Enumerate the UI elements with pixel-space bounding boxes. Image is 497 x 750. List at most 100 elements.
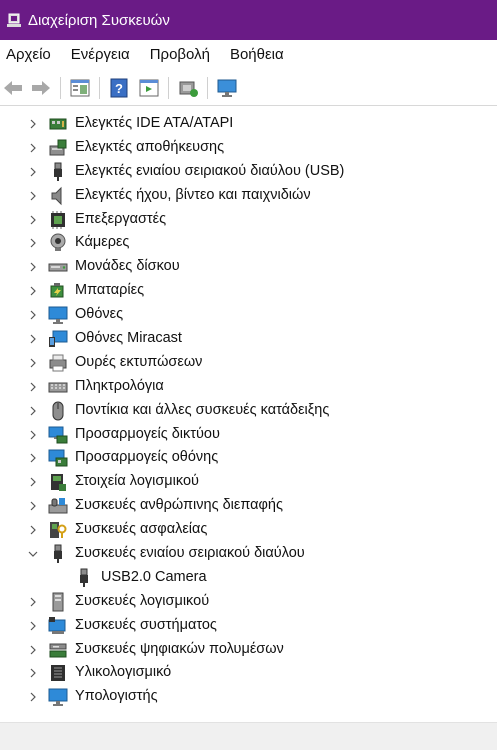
properties-icon[interactable] (69, 77, 91, 99)
display-adapter-icon (48, 448, 68, 468)
device-category[interactable]: Οθόνες Miracast (0, 327, 497, 351)
device-category[interactable]: Προσαρμογείς οθόνης (0, 446, 497, 470)
tree-item-label: Συσκευές συστήματος (75, 616, 217, 633)
chevron-right-icon[interactable] (26, 160, 40, 184)
status-bar (0, 722, 497, 750)
tree-item-label: Οθόνες Miracast (75, 330, 182, 347)
menu-bar: Αρχείο Ενέργεια Προβολή Βοήθεια (0, 40, 497, 70)
chevron-right-icon[interactable] (26, 255, 40, 279)
chevron-right-icon[interactable] (26, 112, 40, 136)
device-category[interactable]: Ποντίκια και άλλες συσκευές κατάδειξης (0, 399, 497, 423)
menu-file[interactable]: Αρχείο (0, 40, 59, 70)
scan-hardware-icon[interactable] (177, 77, 199, 99)
chevron-right-icon[interactable] (26, 399, 40, 423)
device-category[interactable]: Συσκευές ασφαλείας (0, 518, 497, 542)
tree-item-label: Προσαρμογείς οθόνης (75, 449, 219, 466)
device-category[interactable]: Κάμερες (0, 231, 497, 255)
device-category[interactable]: Υλικολογισμικό (0, 661, 497, 685)
tree-item-label: Ελεγκτές ενιαίου σειριακού διαύλου (USB) (75, 162, 345, 179)
chevron-right-icon[interactable] (26, 375, 40, 399)
chevron-right-icon[interactable] (26, 136, 40, 160)
device-item[interactable]: USB2.0 Camera (0, 566, 497, 590)
chevron-right-icon[interactable] (26, 661, 40, 685)
tree-item-label: Οθόνες (75, 306, 124, 323)
chevron-right-icon[interactable] (26, 494, 40, 518)
menu-help[interactable]: Βοήθεια (224, 40, 292, 70)
computer-icon (48, 687, 68, 707)
action-pane-icon[interactable] (138, 77, 160, 99)
software-component-icon (48, 472, 68, 492)
chevron-right-icon[interactable] (26, 423, 40, 447)
device-category[interactable]: Οθόνες (0, 303, 497, 327)
device-category[interactable]: Ελεγκτές ήχου, βίντεο και παιχνιδιών (0, 184, 497, 208)
device-category[interactable]: Συσκευές συστήματος (0, 614, 497, 638)
chevron-right-icon[interactable] (26, 327, 40, 351)
tree-item-label: Κάμερες (75, 234, 130, 251)
software-device-icon (48, 592, 68, 612)
chevron-right-icon[interactable] (26, 590, 40, 614)
tree-item-label: USB2.0 Camera (101, 568, 207, 585)
back-icon[interactable] (2, 77, 24, 99)
device-category[interactable]: Συσκευές ενιαίου σειριακού διαύλου (0, 542, 497, 566)
tree-item-label: Ελεγκτές IDE ATA/ATAPI (75, 115, 234, 131)
device-category[interactable]: Ελεγκτές αποθήκευσης (0, 136, 497, 160)
usb-plug-icon (74, 568, 94, 588)
speaker-icon (48, 186, 68, 206)
tree-item-label: Ποντίκια και άλλες συσκευές κατάδειξης (75, 401, 330, 418)
toolbar-separator (168, 76, 169, 99)
device-category[interactable]: Προσαρμογείς δικτύου (0, 423, 497, 447)
menu-view[interactable]: Προβολή (144, 40, 218, 70)
device-category[interactable]: Πληκτρολόγια (0, 375, 497, 399)
ide-controller-icon (48, 114, 68, 134)
disk-drive-icon (48, 257, 68, 277)
chevron-right-icon[interactable] (26, 231, 40, 255)
printer-icon (48, 353, 68, 373)
toolbar: ? (0, 70, 497, 106)
chevron-right-icon[interactable] (26, 614, 40, 638)
system-device-icon (48, 616, 68, 636)
chevron-right-icon[interactable] (26, 518, 40, 542)
device-category[interactable]: Μονάδες δίσκου (0, 255, 497, 279)
device-manager-icon (6, 12, 22, 28)
device-category[interactable]: Ελεγκτές IDE ATA/ATAPI (0, 112, 497, 136)
device-category[interactable]: Συσκευές ψηφιακών πολυμέσων (0, 638, 497, 662)
tree-item-label: Συσκευές ασφαλείας (75, 521, 208, 538)
device-category[interactable]: Ελεγκτές ενιαίου σειριακού διαύλου (USB) (0, 160, 497, 184)
device-category[interactable]: Συσκευές λογισμικού (0, 590, 497, 614)
firmware-icon (48, 663, 68, 683)
chevron-down-icon[interactable] (26, 542, 40, 566)
chevron-right-icon[interactable] (26, 351, 40, 375)
chevron-right-icon[interactable] (26, 470, 40, 494)
chevron-right-icon[interactable] (26, 303, 40, 327)
chevron-right-icon[interactable] (26, 685, 40, 709)
tree-item-label: Ελεγκτές αποθήκευσης (75, 138, 225, 155)
display-icon (48, 305, 68, 325)
tree-item-label: Στοιχεία λογισμικού (75, 473, 199, 490)
tree-item-label: Πληκτρολόγια (75, 377, 164, 394)
chevron-right-icon[interactable] (26, 279, 40, 303)
monitor-icon[interactable] (216, 77, 238, 99)
help-icon[interactable]: ? (108, 77, 130, 99)
title-bar: Διαχείριση Συσκευών (0, 0, 497, 40)
chevron-right-icon[interactable] (26, 638, 40, 662)
tree-item-label: Υπολογιστής (75, 688, 158, 705)
security-device-icon (48, 520, 68, 540)
device-tree: Ελεγκτές IDE ATA/ATAPI Ελεγκτές αποθήκευσ… (0, 112, 497, 709)
chevron-right-icon[interactable] (26, 446, 40, 470)
device-category[interactable]: Υπολογιστής (0, 685, 497, 709)
toolbar-separator (207, 76, 208, 99)
device-category[interactable]: Ουρές εκτυπώσεων (0, 351, 497, 375)
miracast-display-icon (48, 329, 68, 349)
device-category[interactable]: Συσκευές ανθρώπινης διεπαφής (0, 494, 497, 518)
menu-action[interactable]: Ενέργεια (65, 40, 138, 70)
processor-icon (48, 210, 68, 230)
forward-icon[interactable] (30, 77, 52, 99)
device-category[interactable]: Στοιχεία λογισμικού (0, 470, 497, 494)
chevron-right-icon[interactable] (26, 208, 40, 232)
storage-controller-icon (48, 138, 68, 158)
tree-item-label: Ελεγκτές ήχου, βίντεο και παιχνιδιών (75, 186, 311, 203)
device-category[interactable]: Επεξεργαστές (0, 208, 497, 232)
device-category[interactable]: Μπαταρίες (0, 279, 497, 303)
chevron-right-icon[interactable] (26, 184, 40, 208)
camera-icon (48, 233, 68, 253)
